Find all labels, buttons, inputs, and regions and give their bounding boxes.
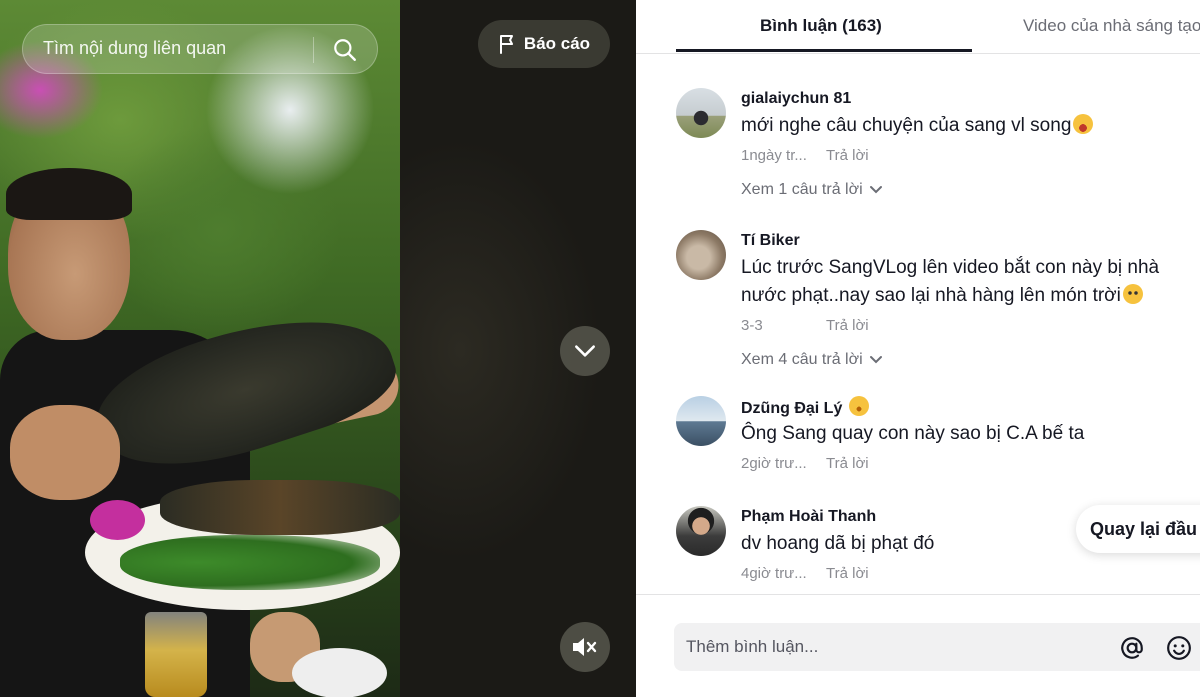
search-divider: [313, 37, 314, 63]
comment-meta: 1ngày tr... Trả lời: [741, 146, 1200, 166]
video-person-hand: [10, 405, 120, 500]
comment-time: 4giờ trư...: [741, 565, 807, 582]
comment-text: mới nghe câu chuyện của sang vl song: [741, 112, 1200, 140]
comment-meta: 2giờ trư... Trả lời: [741, 454, 1200, 474]
related-search-box[interactable]: [22, 24, 378, 74]
search-icon: [334, 39, 356, 61]
comment-username: Dzũng Đại Lý: [741, 396, 1200, 418]
tab-comments[interactable]: Bình luận (163): [760, 16, 882, 36]
reply-button[interactable]: Trả lời: [826, 454, 869, 474]
video-dish-secondary: [160, 480, 400, 535]
emoji-face-icon: [1167, 636, 1191, 660]
view-replies-label: Xem 4 câu trả lời: [741, 351, 863, 368]
tab-creator-videos[interactable]: Video của nhà sáng tạo: [1023, 16, 1200, 36]
comment-text: Ông Sang quay con này sao bị C.A bế ta: [741, 423, 1085, 444]
active-tab-indicator: [676, 49, 972, 52]
chevron-down-icon: [869, 185, 882, 194]
comments-tabs: Bình luận (163) Video của nhà sáng tạo: [636, 0, 1200, 54]
video-flower: [90, 500, 145, 540]
video-garnish: [120, 535, 380, 590]
avatar[interactable]: [676, 88, 726, 138]
view-replies-button[interactable]: Xem 1 câu trả lời: [741, 180, 1200, 200]
comment-input-bar: [636, 594, 1200, 697]
comment-input-box[interactable]: [674, 623, 1200, 671]
avatar[interactable]: [676, 506, 726, 556]
emoji-button[interactable]: [1164, 633, 1194, 663]
comment-input[interactable]: [686, 637, 1086, 657]
video-frame[interactable]: [0, 0, 400, 697]
laughing-emoji: [1073, 114, 1094, 134]
reply-button[interactable]: Trả lời: [826, 564, 869, 584]
comment-username-text[interactable]: Dzũng Đại Lý: [741, 400, 842, 417]
view-replies-button[interactable]: Xem 4 câu trả lời: [741, 350, 1200, 370]
comment-time: 1ngày tr...: [741, 147, 807, 164]
avatar[interactable]: [676, 396, 726, 446]
smiling-emoji: [848, 396, 869, 416]
chevron-down-icon: [575, 345, 595, 357]
video-bowl: [292, 648, 387, 697]
mention-button[interactable]: [1117, 633, 1147, 663]
comment-text: Lúc trước SangVLog lên video bắt con này…: [741, 254, 1200, 310]
related-search-input[interactable]: [43, 38, 313, 59]
comment-username[interactable]: gialaiychun 81: [741, 88, 1200, 110]
reply-button[interactable]: Trả lời: [826, 316, 869, 336]
comment-time: 3-3: [741, 317, 763, 334]
at-sign-icon: [1121, 637, 1143, 659]
chevron-down-icon: [869, 355, 882, 364]
reply-button[interactable]: Trả lời: [826, 146, 869, 166]
mute-button[interactable]: [560, 622, 610, 672]
report-button[interactable]: Báo cáo: [478, 20, 610, 68]
comment-meta: 3-3 Trả lời: [741, 316, 1200, 336]
next-video-button[interactable]: [560, 326, 610, 376]
back-to-top-button[interactable]: Quay lại đầu: [1076, 505, 1200, 553]
speaker-muted-icon: [573, 638, 597, 656]
comment-text-content: mới nghe câu chuyện của sang vl song: [741, 115, 1072, 136]
video-player[interactable]: Báo cáo: [0, 0, 636, 697]
comment-username[interactable]: Tí Biker: [741, 230, 1200, 252]
report-label: Báo cáo: [523, 34, 591, 53]
video-beer-glass: [145, 612, 207, 697]
comment-meta: 4giờ trư... Trả lời: [741, 564, 1200, 584]
comment-text-content: Lúc trước SangVLog lên video bắt con này…: [741, 257, 1160, 306]
video-person-hair: [6, 168, 132, 220]
avatar[interactable]: [676, 230, 726, 280]
comments-panel: Bình luận (163) Video của nhà sáng tạo g…: [636, 0, 1200, 697]
comment-time: 2giờ trư...: [741, 455, 807, 472]
search-button[interactable]: [325, 32, 365, 68]
view-replies-label: Xem 1 câu trả lời: [741, 181, 863, 198]
flushed-emoji: [1122, 284, 1143, 304]
flag-icon: [499, 35, 513, 54]
